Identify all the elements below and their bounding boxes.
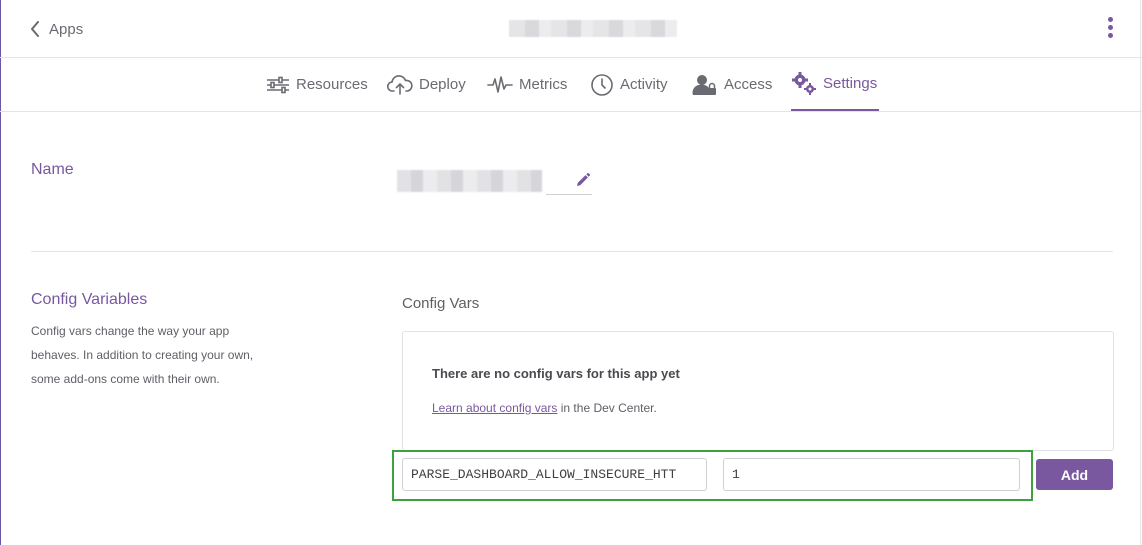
back-to-apps-link[interactable]: Apps: [30, 18, 83, 40]
name-section-title: Name: [31, 161, 74, 178]
app-name-redacted: [509, 20, 677, 37]
empty-state-title: There are no config vars for this app ye…: [432, 366, 680, 381]
clock-icon: [590, 73, 614, 97]
config-key-input[interactable]: [402, 458, 707, 491]
tab-activity[interactable]: Activity: [590, 58, 668, 111]
user-lock-icon: [692, 73, 718, 97]
config-vars-empty-state: There are no config vars for this app ye…: [402, 331, 1114, 451]
app-tabs: Resources Deploy Metrics Activity Access…: [0, 58, 1142, 112]
app-name-value-redacted: [397, 170, 542, 192]
chevron-left-icon: [30, 21, 40, 37]
empty-state-suffix: in the Dev Center.: [557, 401, 657, 415]
config-vars-heading: Config Vars: [402, 295, 480, 312]
pulse-icon: [487, 75, 513, 95]
tab-label: Activity: [620, 76, 668, 93]
tab-deploy[interactable]: Deploy: [387, 58, 466, 111]
tab-label: Metrics: [519, 76, 568, 93]
tab-label: Settings: [823, 75, 878, 92]
back-label: Apps: [49, 20, 84, 38]
tab-label: Resources: [296, 76, 368, 93]
more-options-icon[interactable]: [1104, 17, 1116, 41]
tab-settings[interactable]: Settings: [791, 58, 879, 111]
tab-label: Access: [724, 76, 773, 93]
pencil-icon[interactable]: [575, 172, 591, 188]
config-section-title: Config Variables: [31, 291, 148, 308]
add-config-var-button[interactable]: Add: [1036, 459, 1113, 490]
gears-icon: [791, 71, 817, 96]
cloud-upload-icon: [387, 74, 413, 95]
sliders-icon: [266, 76, 290, 94]
name-underline: [546, 194, 592, 195]
tab-resources[interactable]: Resources: [266, 58, 368, 111]
tab-metrics[interactable]: Metrics: [487, 58, 567, 111]
learn-config-vars-link[interactable]: Learn about config vars: [432, 401, 557, 415]
tab-label: Deploy: [419, 76, 466, 93]
empty-state-text: Learn about config vars in the Dev Cente…: [432, 401, 657, 415]
tab-access[interactable]: Access: [692, 58, 772, 111]
config-value-input[interactable]: [723, 458, 1020, 491]
top-bar: Apps: [0, 0, 1142, 58]
config-section-description: Config vars change the way your app beha…: [31, 324, 254, 386]
section-divider: [31, 251, 1113, 252]
